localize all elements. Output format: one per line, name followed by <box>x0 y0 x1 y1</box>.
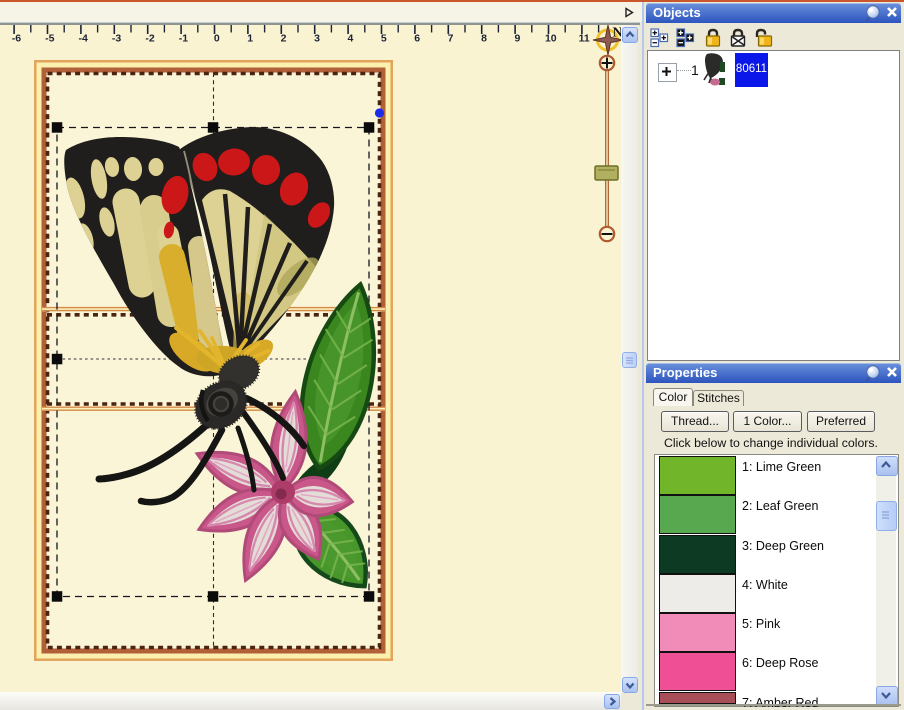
svg-text:-5: -5 <box>45 33 54 45</box>
svg-text:4: 4 <box>347 33 353 45</box>
svg-text:-2: -2 <box>145 33 154 45</box>
svg-text:5: 5 <box>381 33 387 45</box>
svg-text:-1: -1 <box>179 33 188 45</box>
svg-text:-3: -3 <box>112 33 121 45</box>
svg-text:-6: -6 <box>12 33 21 45</box>
svg-text:6: 6 <box>414 33 420 45</box>
svg-text:-4: -4 <box>79 33 88 45</box>
svg-text:10: 10 <box>545 33 557 45</box>
svg-text:7: 7 <box>448 33 454 45</box>
svg-text:9: 9 <box>514 33 520 45</box>
svg-text:1: 1 <box>247 33 253 45</box>
svg-text:3: 3 <box>314 33 320 45</box>
svg-text:0: 0 <box>214 33 220 45</box>
svg-text:8: 8 <box>481 33 487 45</box>
svg-text:2: 2 <box>281 33 287 45</box>
svg-text:11: 11 <box>579 33 590 45</box>
